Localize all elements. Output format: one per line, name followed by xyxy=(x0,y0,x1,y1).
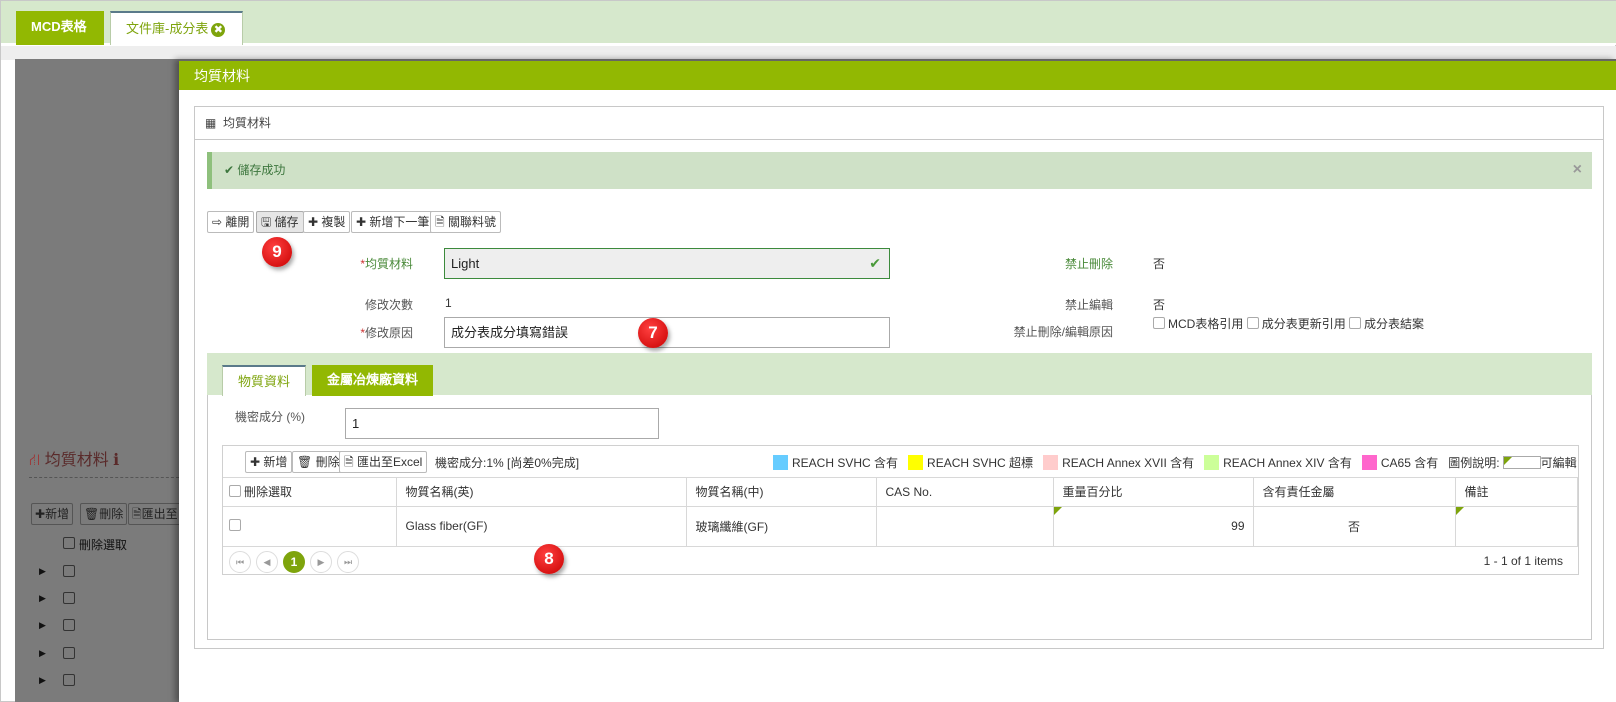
save-button[interactable]: 🖫 儲存 xyxy=(256,211,304,233)
add-next-button[interactable]: ✚ 新增下一筆 xyxy=(351,211,435,233)
cell-name-en: Glass fiber(GF) xyxy=(396,506,687,547)
divider xyxy=(29,477,179,478)
no-edit-label: 禁止編輯 xyxy=(1064,298,1113,312)
check-icon: ✔ xyxy=(869,255,881,271)
cell-name-zh: 玻璃纖維(GF) xyxy=(686,506,877,547)
callout-badge: 8 xyxy=(534,544,564,574)
tab-substance-data[interactable]: 物質資料 xyxy=(222,365,306,396)
secret-status: 機密成分:1% [尚差0%完成] xyxy=(435,456,580,470)
legend-swatch xyxy=(773,455,788,470)
success-alert: ✔ 儲存成功 × xyxy=(207,152,1592,189)
callout-badge: 7 xyxy=(638,318,668,348)
tree-icon: ⛙ xyxy=(29,452,41,469)
bg-row: ▶ xyxy=(29,613,179,641)
tab-mcd-form[interactable]: MCD表格 xyxy=(16,11,104,45)
leave-button[interactable]: ⇨ 離開 xyxy=(207,211,255,233)
editable-swatch xyxy=(1502,456,1541,469)
info-icon: ℹ xyxy=(113,452,120,469)
tab-smelter-data[interactable]: 金屬冶煉廠資料 xyxy=(312,365,433,396)
panel-header: ▦ 均質材料 xyxy=(195,107,1603,140)
no-edit-value: 否 xyxy=(1153,298,1166,312)
update-ref-checkbox[interactable] xyxy=(1246,317,1259,329)
cell-note[interactable] xyxy=(1455,506,1578,547)
revisions-value: 1 xyxy=(445,296,452,310)
close-icon[interactable]: × xyxy=(1573,152,1582,188)
material-panel: ▦ 均質材料 ✔ 儲存成功 × ⇨ 離開 🖫 儲存 ✚ 複製 ✚ 新增下一筆 🗎 … xyxy=(194,106,1604,649)
bg-row: ▶ xyxy=(29,668,179,696)
col-name-zh: 物質名稱(中) xyxy=(686,478,877,507)
material-label: *均質材料 xyxy=(360,257,413,271)
cell-weight[interactable]: 99 xyxy=(1053,506,1254,547)
tab-document-library[interactable]: 文件庫-成分表 ✖ xyxy=(110,11,243,45)
col-cas: CAS No. xyxy=(876,478,1054,507)
table-icon: ▦ xyxy=(205,116,217,130)
pager: ⏮ ◀ 1 ▶ ⏭ 1 - 1 of 1 items xyxy=(223,547,1578,575)
row-select xyxy=(223,506,397,547)
related-parts-button[interactable]: 🗎 關聯料號 xyxy=(430,211,501,233)
close-icon[interactable]: ✖ xyxy=(211,22,226,37)
material-input[interactable]: Light ✔ xyxy=(444,248,890,279)
callout-badge: 9 xyxy=(262,237,292,267)
delete-button[interactable]: 🗑 刪除 xyxy=(292,451,345,473)
modal-title: 均質材料 xyxy=(179,59,1616,90)
reason-label: *修改原因 xyxy=(360,326,413,340)
bg-export-button: 🗎匯出至 xyxy=(128,503,182,525)
legend-swatch xyxy=(1204,455,1220,470)
export-excel-button[interactable]: 🗎 匯出至Excel xyxy=(339,451,428,473)
revisions-label: 修改次數 xyxy=(364,298,413,312)
legend: REACH SVHC 含有 REACH SVHC 超標 REACH Annex … xyxy=(773,454,1577,471)
cell-cas xyxy=(876,506,1054,547)
bg-header-row: 刪除選取 xyxy=(29,531,179,559)
col-delete-select: 刪除選取 xyxy=(223,478,397,507)
last-page-button[interactable]: ⏭ xyxy=(337,550,359,573)
row-checkbox[interactable] xyxy=(229,519,241,531)
col-metal: 含有責任金屬 xyxy=(1253,478,1456,507)
excel-icon: 🗎 xyxy=(344,455,354,469)
legend-swatch xyxy=(908,455,924,470)
subtab-bar: 物質資料 金屬冶煉廠資料 xyxy=(207,353,1592,396)
substance-table: 刪除選取 物質名稱(英) 物質名稱(中) CAS No. 重量百分比 含有責任金… xyxy=(223,478,1578,547)
first-page-button[interactable]: ⏮ xyxy=(229,550,251,573)
editable-marker xyxy=(1053,506,1062,515)
editable-marker xyxy=(1455,506,1464,515)
legend-swatch xyxy=(1361,455,1377,470)
divider xyxy=(1,46,1616,60)
legend-swatch xyxy=(1043,455,1059,470)
substance-tab-content: 機密成分 (%) 1 ✚ 新增 🗑 刪除 🗎 匯出至Excel 機密成分:1% … xyxy=(207,395,1592,640)
secret-label: 機密成分 (%) xyxy=(235,410,305,424)
copy-button[interactable]: ✚ 複製 xyxy=(303,211,351,233)
lock-reason-label: 禁止刪除/編輯原因 xyxy=(1013,325,1113,339)
bg-delete-button: 🗑刪除 xyxy=(80,503,128,525)
cell-metal: 否 xyxy=(1253,506,1456,547)
secret-input[interactable]: 1 xyxy=(345,408,659,439)
bg-row: ▶ xyxy=(29,641,179,669)
bg-add-button: ✚新增 xyxy=(31,503,74,525)
lock-reasons: MCD表格引用 成分表更新引用 成分表結案 xyxy=(1153,315,1424,332)
app-window: MCD表格 文件庫-成分表 ✖ ⛙ 均質材料 ℹ ✚新增 🗑刪除 🗎匯出至 刪除選… xyxy=(0,0,1616,702)
no-delete-value: 否 xyxy=(1153,257,1166,271)
mcd-ref-checkbox[interactable] xyxy=(1153,317,1165,329)
no-delete-label: 禁止刪除 xyxy=(1064,257,1113,271)
add-button[interactable]: ✚ 新增 xyxy=(245,451,293,473)
substance-grid: ✚ 新增 🗑 刪除 🗎 匯出至Excel 機密成分:1% [尚差0%完成] RE… xyxy=(222,445,1579,575)
tab-bar: MCD表格 文件庫-成分表 ✖ xyxy=(1,1,1616,45)
bg-row: ▶ xyxy=(29,586,179,614)
background-title: ⛙ 均質材料 ℹ xyxy=(29,452,120,469)
bg-row: ▶ xyxy=(29,559,179,587)
material-modal: 均質材料 ▦ 均質材料 ✔ 儲存成功 × ⇨ 離開 🖫 儲存 ✚ 複製 ✚ 新增下… xyxy=(179,59,1616,702)
next-page-button[interactable]: ▶ xyxy=(310,550,332,573)
grid-toolbar: ✚ 新增 🗑 刪除 🗎 匯出至Excel 機密成分:1% [尚差0%完成] RE… xyxy=(223,446,1578,478)
col-name-en: 物質名稱(英) xyxy=(396,478,687,507)
table-row: Glass fiber(GF) 玻璃纖維(GF) 99 否 xyxy=(223,506,1578,547)
prev-page-button[interactable]: ◀ xyxy=(256,550,278,573)
col-weight: 重量百分比 xyxy=(1053,478,1254,507)
closed-checkbox[interactable] xyxy=(1349,317,1362,329)
col-note: 備註 xyxy=(1455,478,1578,507)
select-all-checkbox[interactable] xyxy=(229,485,241,498)
table-header: 刪除選取 物質名稱(英) 物質名稱(中) CAS No. 重量百分比 含有責任金… xyxy=(223,478,1578,507)
pager-info: 1 - 1 of 1 items xyxy=(1483,553,1563,568)
page-1-button[interactable]: 1 xyxy=(283,550,305,573)
